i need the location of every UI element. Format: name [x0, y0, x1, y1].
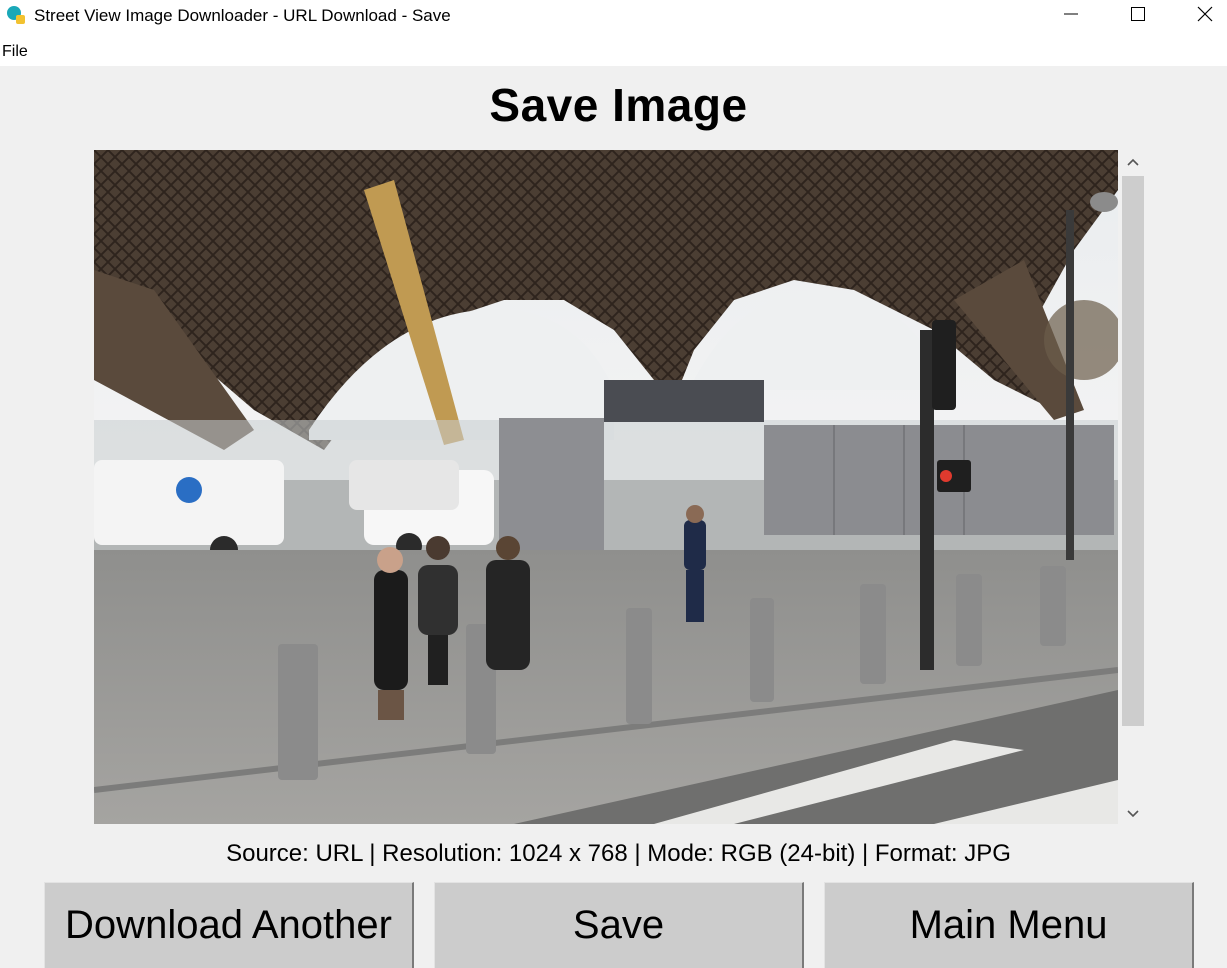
minimize-button[interactable]	[1041, 0, 1101, 32]
image-preview	[94, 150, 1118, 824]
maximize-icon	[1131, 6, 1145, 26]
app-icon	[6, 5, 26, 25]
menu-bar: File	[0, 32, 1227, 66]
save-button[interactable]: Save	[434, 882, 804, 968]
chevron-down-icon	[1127, 805, 1139, 823]
menu-file[interactable]: File	[2, 43, 28, 61]
minimize-icon	[1064, 7, 1078, 26]
window-title: Street View Image Downloader - URL Downl…	[34, 6, 451, 25]
street-view-photo-icon	[94, 150, 1118, 824]
scrollbar-track[interactable]	[1122, 175, 1144, 799]
scroll-down-button[interactable]	[1122, 803, 1144, 825]
title-bar: Street View Image Downloader - URL Downl…	[0, 0, 1227, 32]
maximize-button[interactable]	[1108, 0, 1168, 32]
download-another-button[interactable]: Download Another	[44, 882, 414, 968]
close-button[interactable]	[1175, 0, 1227, 32]
main-menu-button[interactable]: Main Menu	[824, 882, 1194, 968]
chevron-up-icon	[1127, 153, 1139, 171]
page-title: Save Image	[489, 79, 748, 131]
close-icon	[1197, 6, 1213, 27]
scrollbar-thumb[interactable]	[1122, 176, 1144, 726]
image-info-text: Source: URL | Resolution: 1024 x 768 | M…	[226, 840, 1011, 867]
scroll-up-button[interactable]	[1122, 151, 1144, 173]
